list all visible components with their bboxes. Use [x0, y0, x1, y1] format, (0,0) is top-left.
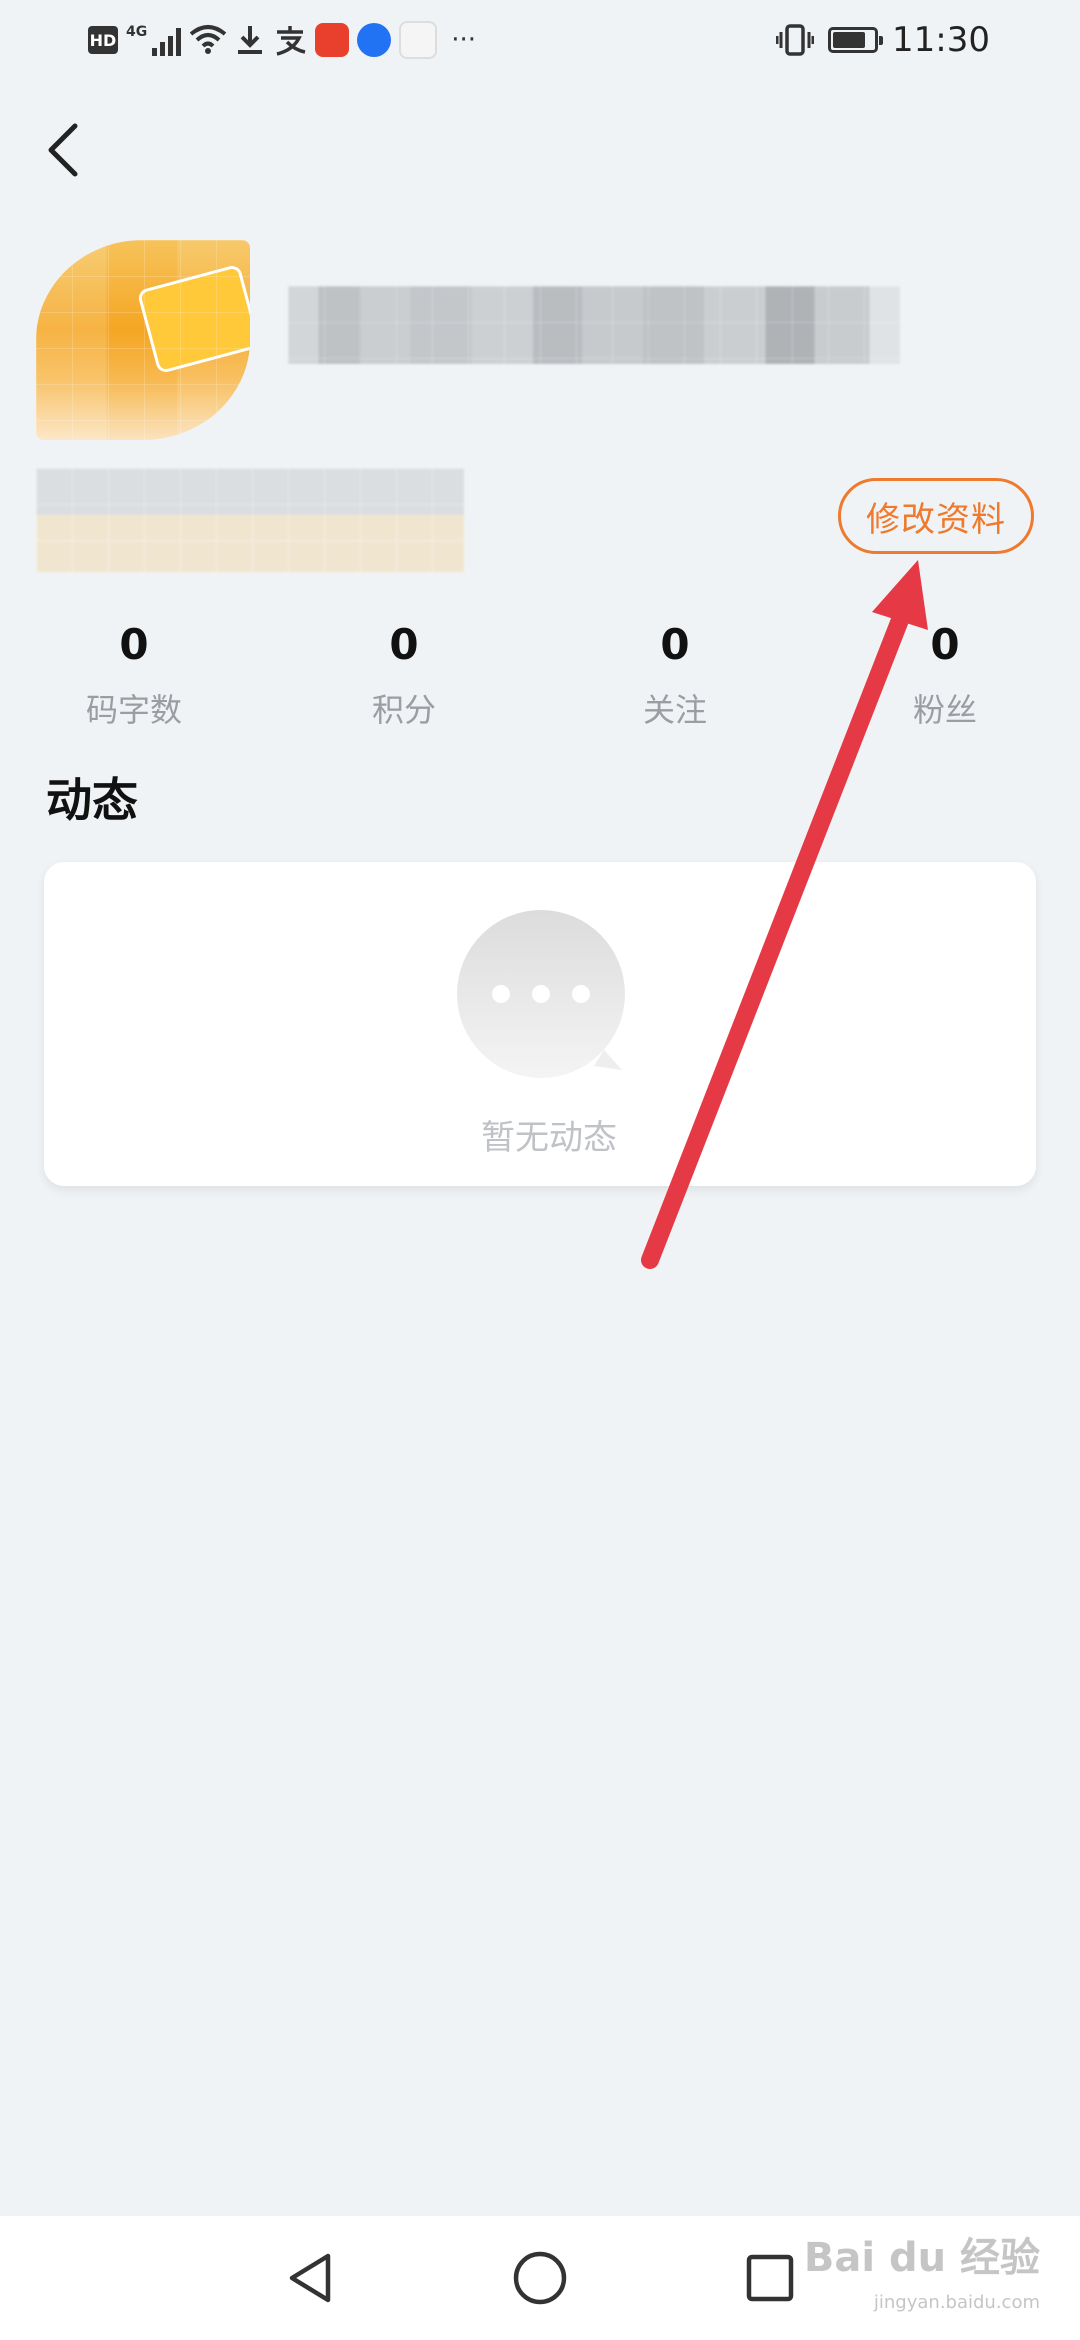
alipay-icon: [276, 26, 306, 56]
status-right-icons: 11:30: [776, 18, 990, 62]
stat-value: 0: [660, 620, 690, 669]
empty-feed-text: 暂无动态: [481, 1118, 617, 1158]
battery-icon: [828, 27, 884, 53]
stat-label: 积分: [371, 691, 436, 729]
stats-row: 0 码字数 0 积分 0 关注 0 粉丝: [0, 620, 1080, 740]
status-bar: HD 4G ··· 11:30: [0, 0, 1080, 82]
stat-value: 0: [930, 620, 960, 669]
nav-back-button[interactable]: [260, 2236, 360, 2320]
empty-chat-icon: [457, 910, 625, 1078]
bio-blurred: [36, 468, 464, 572]
hd-icon: HD: [88, 26, 118, 54]
username-blurred: [288, 286, 900, 364]
status-time: 11:30: [892, 20, 990, 60]
signal-icon: 4G: [126, 24, 182, 56]
more-icon: ···: [451, 25, 477, 55]
app-icon-calendar: [399, 21, 438, 59]
stat-value: 0: [389, 620, 419, 669]
back-button[interactable]: [36, 115, 90, 185]
avatar[interactable]: [36, 240, 250, 440]
stat-points[interactable]: 0 积分: [304, 620, 504, 730]
stat-followers[interactable]: 0 粉丝: [845, 620, 1045, 730]
watermark-url: jingyan.baidu.com: [873, 2292, 1040, 2313]
stat-label: 粉丝: [912, 691, 977, 729]
circle-home-icon: [513, 2251, 567, 2305]
battery-fill: [833, 32, 866, 48]
network-type-label: 4G: [126, 24, 148, 40]
app-icon-red: [315, 23, 350, 57]
watermark-brand: Bai du 经验: [803, 2235, 1040, 2281]
wifi-icon: [189, 25, 227, 54]
feed-section-title: 动态: [46, 773, 138, 827]
triangle-back-icon: [289, 2253, 331, 2303]
square-recents-icon: [746, 2254, 794, 2302]
avatar-mosaic: [36, 240, 250, 440]
stat-following[interactable]: 0 关注: [575, 620, 775, 730]
status-left-icons: HD 4G ···: [88, 18, 476, 62]
back-arrow-icon: [48, 123, 78, 177]
feed-card: 暂无动态: [44, 862, 1036, 1186]
stat-word-count[interactable]: 0 码字数: [34, 620, 234, 730]
stat-label: 码字数: [85, 691, 182, 729]
stat-value: 0: [119, 620, 149, 669]
download-icon: [238, 26, 263, 54]
vibrate-icon: [776, 24, 815, 56]
edit-profile-button[interactable]: 修改资料: [838, 478, 1034, 554]
app-icon-blue: [357, 23, 392, 57]
stat-label: 关注: [642, 691, 707, 729]
nav-home-button[interactable]: [490, 2236, 590, 2320]
